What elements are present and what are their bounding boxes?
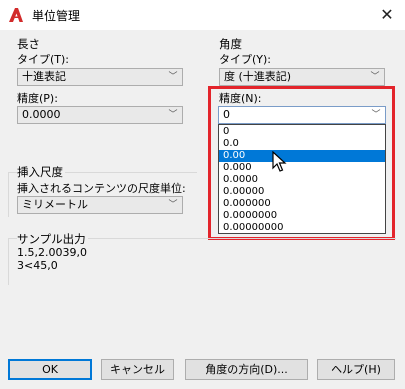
length-precision-label: 精度(P): — [17, 92, 58, 105]
length-type-label: タイプ(T): — [17, 53, 70, 66]
window-title: 単位管理 — [32, 9, 81, 23]
angle-type-select[interactable]: 度 (十進表記) ﹀ — [219, 68, 385, 86]
angle-type-label: タイプ(Y): — [219, 53, 272, 66]
insertion-units-label: 挿入されるコンテンツの尺度単位: — [17, 182, 186, 195]
chevron-down-icon: ﹀ — [168, 200, 178, 210]
cancel-button[interactable]: キャンセル — [101, 359, 174, 380]
insertion-group-title: 挿入尺度 — [17, 164, 65, 180]
sample-line-1: 1.5,2.0039,0 — [17, 246, 87, 259]
length-precision-select[interactable]: 0.0000 ﹀ — [17, 106, 183, 124]
sample-line-2: 3<45,0 — [17, 259, 58, 272]
length-group-title: 長さ — [17, 37, 40, 51]
chevron-down-icon: ﹀ — [370, 72, 380, 82]
ok-button[interactable]: OK — [8, 359, 92, 380]
chevron-down-icon: ﹀ — [168, 110, 178, 120]
angle-direction-button[interactable]: 角度の方向(D)... — [185, 359, 308, 380]
help-button[interactable]: ヘルプ(H) — [317, 359, 395, 380]
insertion-units-select[interactable]: ミリメートル ﹀ — [17, 196, 183, 214]
length-type-select[interactable]: 十進表記 ﹀ — [17, 68, 183, 86]
autocad-a-icon — [7, 6, 25, 24]
insertion-units-value: ミリメートル — [22, 198, 88, 211]
length-precision-value: 0.0000 — [22, 108, 61, 121]
length-type-value: 十進表記 — [22, 70, 66, 83]
close-icon[interactable]: ✕ — [374, 2, 400, 28]
angle-type-value: 度 (十進表記) — [224, 70, 292, 83]
angle-group-title: 角度 — [219, 37, 242, 51]
chevron-down-icon: ﹀ — [168, 72, 178, 82]
sample-group-title: サンプル出力 — [17, 231, 88, 247]
highlight-box — [208, 86, 395, 240]
